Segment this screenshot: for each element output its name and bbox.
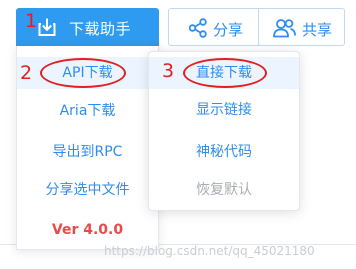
annotation-circle-direct-download xyxy=(183,58,267,88)
menu-item-aria-download[interactable]: Aria下载 xyxy=(17,95,158,127)
annotation-circle-api-download xyxy=(40,58,126,88)
download-icon xyxy=(38,18,56,36)
share-label: 分享 xyxy=(213,21,244,39)
submenu-item-show-links[interactable]: 显示链接 xyxy=(149,94,299,126)
team-share-label: 共享 xyxy=(302,21,333,39)
annotation-number-3: 3 xyxy=(162,60,175,82)
share-icon xyxy=(188,18,207,38)
share-button[interactable]: 分享 xyxy=(168,8,259,46)
menu-item-share-selected[interactable]: 分享选中文件 xyxy=(17,174,158,206)
submenu-item-restore-default[interactable]: 恢复默认 xyxy=(149,174,299,206)
version-label: Ver 4.0.0 xyxy=(51,222,124,238)
download-helper-label: 下载助手 xyxy=(69,20,132,38)
watermark-text: https://blog.csdn.net/qq_45021180 xyxy=(104,244,315,258)
annotation-number-1: 1 xyxy=(25,10,38,32)
submenu-item-secret-code[interactable]: 神秘代码 xyxy=(149,136,299,168)
users-icon xyxy=(273,19,296,38)
annotation-number-2: 2 xyxy=(20,62,33,84)
menu-item-export-rpc[interactable]: 导出到RPC xyxy=(17,136,158,168)
download-helper-button[interactable]: 下载助手 xyxy=(16,8,159,46)
team-share-button[interactable]: 共享 xyxy=(258,8,345,46)
